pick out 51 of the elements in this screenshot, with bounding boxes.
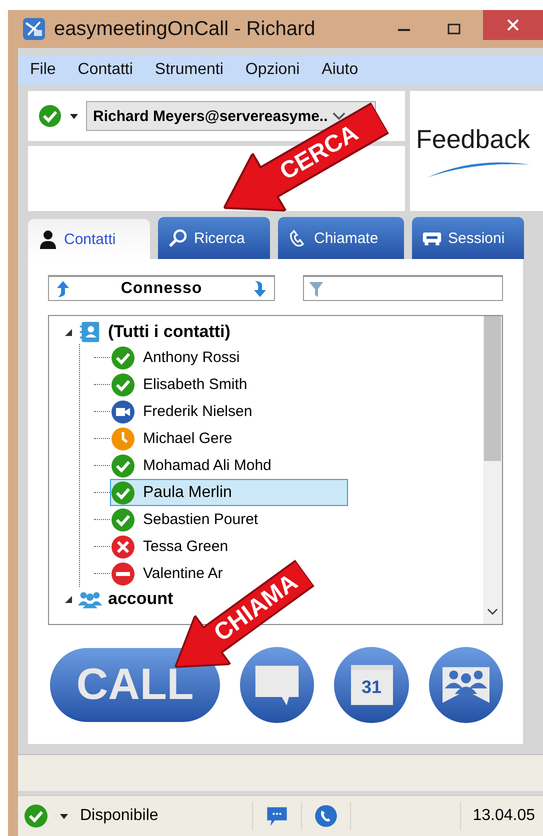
menu-item[interactable]: File — [30, 61, 56, 79]
menu-item[interactable]: Strumenti — [154, 61, 224, 79]
group-label[interactable]: account — [108, 589, 174, 609]
address-book-icon — [78, 321, 102, 343]
group-label[interactable]: (Tutti i contatti) — [108, 322, 230, 342]
tab[interactable]: Contatti — [28, 219, 150, 259]
contact-item[interactable]: Elisabeth Smith — [110, 371, 254, 398]
chevron-down-icon[interactable] — [487, 608, 498, 616]
status-online-icon[interactable] — [24, 804, 48, 828]
arrow-up-icon — [55, 280, 71, 298]
caret-icon[interactable] — [70, 114, 78, 118]
chevron-down-icon — [332, 112, 346, 120]
contact-item[interactable]: Paula Merlin — [110, 479, 348, 506]
filter-field[interactable] — [303, 275, 503, 301]
menu-item[interactable]: Opzioni — [245, 61, 300, 79]
banner-text: Feedback — [416, 124, 532, 154]
close-button[interactable] — [483, 10, 543, 40]
clock-time: 13.04.05 — [472, 807, 536, 825]
contact-item[interactable]: Frederik Nielsen — [110, 398, 260, 425]
funnel-icon — [308, 280, 324, 298]
contact-item[interactable]: Valentine Ar — [110, 560, 230, 587]
tab[interactable]: Ricerca — [158, 217, 270, 259]
contact-item[interactable]: Michael Gere — [110, 425, 240, 452]
calendar-button[interactable]: 31 — [334, 647, 409, 723]
search-icon — [168, 228, 188, 248]
scroll-thumb[interactable] — [484, 316, 501, 461]
app-icon — [22, 17, 46, 41]
contact-item[interactable]: Mohamad Ali Mohd — [110, 452, 278, 479]
scrollbar[interactable] — [483, 316, 502, 624]
feedback-banner[interactable]: Feedback — [410, 91, 543, 211]
speech-bubble-icon — [253, 663, 302, 707]
caret-icon[interactable] — [60, 814, 68, 818]
maximize-icon[interactable] — [447, 22, 461, 36]
tab[interactable]: Chiamate — [278, 217, 404, 259]
tab[interactable]: Sessioni — [412, 217, 524, 259]
close-icon — [506, 18, 520, 32]
status-label: Disponibile — [80, 807, 160, 825]
contact-item[interactable]: Anthony Rossi — [110, 344, 247, 371]
call-button[interactable]: CALL — [50, 648, 220, 722]
contact-item[interactable]: Sebastien Pouret — [110, 506, 266, 533]
contact-item[interactable]: Tessa Green — [110, 533, 236, 560]
people-icon — [440, 666, 491, 704]
status-online-icon[interactable] — [38, 104, 62, 128]
arrow-down-icon — [252, 280, 268, 298]
menu-item[interactable]: Aiuto — [322, 61, 358, 79]
calendar-icon: 31 — [350, 665, 393, 705]
window-title: easymeetingOnCall - Richard — [54, 18, 316, 40]
person-icon — [38, 229, 58, 249]
menu-item[interactable]: Contatti — [78, 61, 133, 79]
sort-dropdown[interactable]: Connesso — [48, 275, 275, 301]
phone-icon[interactable] — [314, 804, 338, 828]
